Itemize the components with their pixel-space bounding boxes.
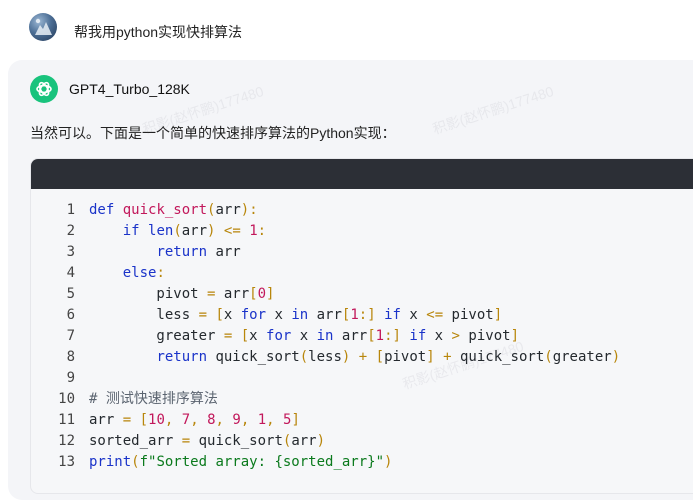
code-text: return quick_sort(less) + [pivot] + quic…: [156, 349, 621, 365]
code-text: if len(arr) <= 1:: [122, 223, 267, 239]
line-number: 4: [66, 265, 75, 281]
code-line: 8 return quick_sort(less) + [pivot] + qu…: [31, 347, 693, 368]
code-text: greater = [x for x in arr[1:] if x > piv…: [89, 328, 519, 344]
line-number: 5: [66, 286, 75, 302]
code-text: # 测试快速排序算法: [89, 391, 218, 407]
code-line: 4 else:: [31, 263, 693, 284]
code-block: 1 def quick_sort(arr): 2 if len(arr) <= 1:…: [30, 158, 693, 494]
line-number: 10: [58, 391, 75, 407]
code-text: else:: [122, 265, 165, 281]
code-line: 12 sorted_arr = quick_sort(arr): [31, 431, 693, 452]
code-line: 1 def quick_sort(arr):: [31, 200, 693, 221]
assistant-model-name: GPT4_Turbo_128K: [69, 81, 190, 97]
line-number: 1: [66, 202, 75, 218]
line-number: 7: [66, 328, 75, 344]
user-avatar-photo-icon: [35, 18, 52, 35]
line-number: 6: [66, 307, 75, 323]
code-text: less = [x for x in arr[1:] if x <= pivot…: [89, 307, 503, 323]
code-line: 11 arr = [10, 7, 8, 9, 1, 5]: [31, 410, 693, 431]
line-number: 9: [66, 370, 75, 386]
user-message-text: 帮我用python实现快排算法: [74, 24, 243, 40]
code-text: def quick_sort(arr):: [89, 202, 258, 218]
code-text: return arr: [156, 244, 241, 260]
code-line: 5 pivot = arr[0]: [31, 284, 693, 305]
code-line: 9: [31, 368, 693, 389]
code-text: print(f"Sorted array: {sorted_arr}"): [89, 454, 393, 470]
line-number: 2: [66, 223, 75, 239]
openai-logo-icon: [30, 75, 58, 103]
code-line: 3 return arr: [31, 242, 693, 263]
line-number: 3: [66, 244, 75, 260]
code-text: pivot = arr[0]: [89, 286, 275, 302]
code-text: sorted_arr = quick_sort(arr): [89, 433, 326, 449]
code-line: 10 # 测试快速排序算法: [31, 389, 693, 410]
line-number: 8: [66, 349, 75, 365]
user-message-row: 帮我用python实现快排算法: [0, 0, 693, 60]
user-avatar[interactable]: [29, 13, 57, 41]
assistant-intro-text: 当然可以。下面是一个简单的快速排序算法的Python实现：: [30, 125, 396, 141]
line-number: 11: [58, 412, 75, 428]
code-line: 7 greater = [x for x in arr[1:] if x > p…: [31, 326, 693, 347]
line-number: 13: [58, 454, 75, 470]
code-line: 2 if len(arr) <= 1:: [31, 221, 693, 242]
code-text: arr = [10, 7, 8, 9, 1, 5]: [89, 412, 300, 428]
line-number: 12: [58, 433, 75, 449]
code-body: 1 def quick_sort(arr): 2 if len(arr) <= 1:…: [31, 189, 693, 473]
assistant-response-card: GPT4_Turbo_128K 当然可以。下面是一个简单的快速排序算法的Pyth…: [8, 60, 693, 500]
code-block-header: [31, 159, 693, 189]
code-line: 13 print(f"Sorted array: {sorted_arr}"): [31, 452, 693, 473]
code-line: 6 less = [x for x in arr[1:] if x <= piv…: [31, 305, 693, 326]
